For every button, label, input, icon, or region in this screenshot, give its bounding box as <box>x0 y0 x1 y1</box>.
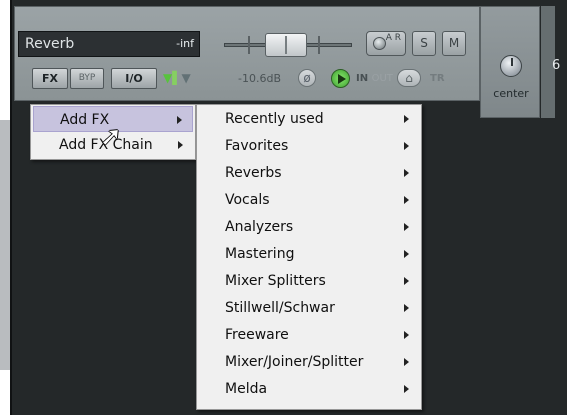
pan-label: center <box>493 87 529 100</box>
volume-readout: -inf <box>176 37 194 50</box>
submenu-arrow-icon <box>404 277 409 285</box>
submenu-item-label: Reverbs <box>225 165 282 181</box>
submenu-item-label: Freeware <box>225 327 289 343</box>
submenu-arrow-icon <box>404 250 409 258</box>
add-fx-submenu: Recently used Favorites Reverbs Vocals A… <box>196 104 422 410</box>
track-name-field[interactable]: Reverb -inf <box>18 31 200 57</box>
submenu-item-label: Mixer/Joiner/Splitter <box>225 354 364 370</box>
submenu-item-label: Mixer Splitters <box>225 273 326 289</box>
submenu-item-label: Recently used <box>225 111 324 127</box>
io-route-arrows-icon[interactable]: ▼▌▼ <box>163 68 209 89</box>
submenu-item-label: Melda <box>225 381 268 397</box>
submenu-item[interactable]: Favorites <box>199 133 419 159</box>
submenu-item[interactable]: Reverbs <box>199 160 419 186</box>
play-icon[interactable] <box>331 69 350 88</box>
in-label: IN <box>356 73 369 84</box>
submenu-item[interactable]: Melda <box>199 376 419 402</box>
submenu-arrow-icon <box>404 169 409 177</box>
in-out-toggle[interactable]: IN OUT <box>356 73 393 84</box>
submenu-arrow-icon <box>404 358 409 366</box>
submenu-item-label: Vocals <box>225 192 270 208</box>
submenu-item-label: Mastering <box>225 246 295 262</box>
submenu-arrow-icon <box>404 196 409 204</box>
envelope-icon[interactable]: ⌂ <box>397 69 421 87</box>
solo-button[interactable]: S <box>412 31 436 56</box>
submenu-arrow-icon <box>404 331 409 339</box>
submenu-item[interactable]: Mixer Splitters <box>199 268 419 294</box>
submenu-arrow-icon <box>404 142 409 150</box>
volume-fader-knob[interactable] <box>265 33 307 57</box>
submenu-item-label: Analyzers <box>225 219 294 235</box>
submenu-arrow-icon <box>177 116 182 124</box>
submenu-item[interactable]: Mixer/Joiner/Splitter <box>199 349 419 375</box>
track-number: 6 <box>552 58 561 73</box>
pan-panel: center <box>480 6 540 118</box>
submenu-arrow-icon <box>404 304 409 312</box>
track-name-label: Reverb <box>25 36 75 52</box>
submenu-item-label: Favorites <box>225 138 289 154</box>
record-arm-button[interactable]: A R <box>366 31 406 56</box>
submenu-item[interactable]: Stillwell/Schwar <box>199 295 419 321</box>
track-routing-label[interactable]: TR <box>430 73 445 84</box>
background-panel-edge <box>0 120 10 370</box>
submenu-arrow-icon <box>404 115 409 123</box>
fader-tick <box>318 36 320 54</box>
submenu-item[interactable]: Recently used <box>199 106 419 132</box>
io-routing-button[interactable]: I/O <box>111 68 157 89</box>
submenu-item[interactable]: Analyzers <box>199 214 419 240</box>
mute-button[interactable]: M <box>442 31 466 56</box>
fx-button[interactable]: FX <box>32 68 68 89</box>
submenu-item-label: Stillwell/Schwar <box>225 300 335 316</box>
submenu-item[interactable]: Vocals <box>199 187 419 213</box>
submenu-arrow-icon <box>404 223 409 231</box>
mouse-pointer-icon: ➚ <box>100 122 122 152</box>
phase-invert-icon[interactable]: ø <box>298 69 316 87</box>
submenu-item[interactable]: Mastering <box>199 241 419 267</box>
fader-tick <box>248 36 250 54</box>
record-arm-icon <box>373 37 386 50</box>
submenu-item[interactable]: Freeware <box>199 322 419 348</box>
pan-knob-icon[interactable] <box>500 55 522 77</box>
submenu-arrow-icon <box>404 385 409 393</box>
record-arm-label: A R <box>385 33 401 43</box>
fx-bypass-button[interactable]: BYP <box>70 68 104 89</box>
gain-readout: -10.6dB <box>238 72 281 85</box>
out-label: OUT <box>371 73 393 84</box>
submenu-arrow-icon <box>178 141 183 149</box>
